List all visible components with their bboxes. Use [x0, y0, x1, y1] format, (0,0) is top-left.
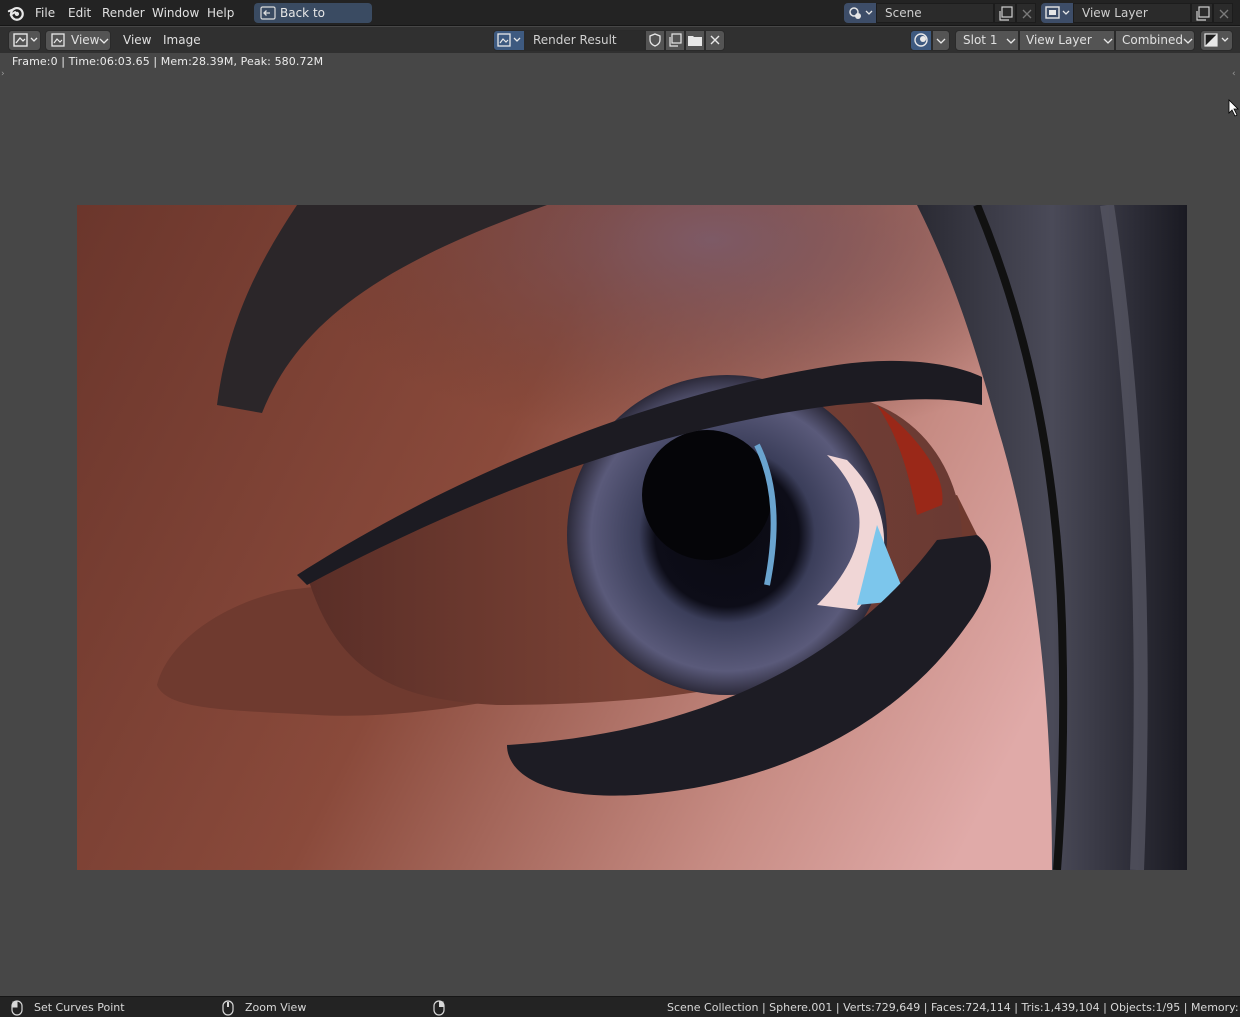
image-name-field[interactable]: Render Result	[525, 30, 645, 51]
open-image-button[interactable]	[685, 30, 705, 51]
image-editor-icon	[51, 33, 65, 47]
folder-icon	[688, 36, 702, 46]
view-mode-dropdown[interactable]: View	[45, 30, 111, 51]
slot-dropdown[interactable]: Slot 1	[955, 30, 1019, 51]
overlays-icon	[914, 33, 928, 47]
chevron-down-icon	[1183, 38, 1193, 44]
status-middle-action: Zoom View	[245, 1001, 307, 1014]
image-editor-icon	[497, 33, 521, 47]
display-channels-dropdown[interactable]	[1200, 30, 1233, 51]
status-left-action: Set Curves Point	[34, 1001, 125, 1014]
mouse-icon	[11, 1000, 23, 1016]
image-editor-icon	[13, 33, 38, 47]
overlays-dropdown[interactable]	[932, 30, 950, 51]
chevron-down-icon	[1103, 38, 1113, 44]
scene-name-field[interactable]: Scene	[876, 3, 994, 23]
editor-type-button[interactable]	[8, 30, 41, 51]
display-channels-icon	[1204, 33, 1229, 47]
new-image-button[interactable]	[665, 30, 685, 51]
chevron-down-icon	[1006, 38, 1016, 44]
blender-logo-icon[interactable]	[7, 4, 25, 22]
duplicate-icon	[999, 6, 1013, 21]
toolbar-expand-arrow[interactable]: ›	[1, 69, 5, 79]
overlays-toggle[interactable]	[910, 30, 932, 51]
mouse-cursor-icon	[1228, 99, 1239, 117]
menu-file[interactable]: File	[33, 0, 57, 26]
new-view-layer-button[interactable]	[1191, 3, 1213, 23]
scene-statistics: Scene Collection | Sphere.001 | Verts:72…	[667, 1001, 1240, 1014]
eye-render-illustration	[77, 205, 1187, 870]
menu-help[interactable]: Help	[205, 0, 236, 26]
menu-edit[interactable]: Edit	[66, 0, 93, 26]
mouse-icon	[222, 1000, 234, 1016]
chevron-down-icon	[99, 38, 109, 44]
render-result-image	[77, 205, 1187, 870]
view-mode-label: View	[71, 33, 100, 47]
view-layer-browse-button[interactable]	[1041, 3, 1073, 23]
view-layer-name-field[interactable]: View Layer	[1073, 3, 1191, 23]
scene-icon	[849, 7, 873, 19]
close-icon	[1219, 9, 1229, 19]
view-layer-dropdown[interactable]: View Layer	[1019, 30, 1115, 51]
close-icon	[1022, 9, 1032, 19]
render-info-line: Frame:0 | Time:06:03.65 | Mem:28.39M, Pe…	[12, 55, 324, 68]
image-editor-header: View View Image Render Result Slot 1 Vie…	[0, 27, 1240, 53]
new-scene-button[interactable]	[994, 3, 1016, 23]
chevron-down-icon	[936, 38, 946, 44]
back-to-previous-button[interactable]: Back to Previous	[254, 3, 372, 40]
delete-view-layer-button[interactable]	[1213, 3, 1233, 23]
unlink-image-button[interactable]	[705, 30, 725, 51]
menu-render[interactable]: Render	[100, 0, 147, 26]
shield-icon	[649, 33, 661, 47]
top-bar: File Edit Render Window Help Back to Pre…	[0, 0, 1240, 40]
status-bar: Set Curves Point Zoom View Scene Collect…	[0, 996, 1240, 1017]
close-icon	[710, 35, 720, 45]
sidebar-expand-arrow[interactable]: ‹	[1232, 69, 1236, 79]
render-pass-label: Combined	[1122, 33, 1183, 47]
image-browse-button[interactable]	[493, 30, 525, 51]
view-layer-icon	[1045, 6, 1070, 19]
view-layer-label: View Layer	[1026, 33, 1092, 47]
menu-view[interactable]: View	[123, 30, 151, 51]
slot-label: Slot 1	[963, 33, 998, 47]
menu-image[interactable]: Image	[163, 30, 201, 51]
mouse-icon	[433, 1000, 445, 1016]
scene-browse-button[interactable]	[844, 3, 876, 23]
render-pass-dropdown[interactable]: Combined	[1115, 30, 1195, 51]
duplicate-icon	[1196, 6, 1210, 21]
menu-window[interactable]: Window	[150, 0, 201, 26]
duplicate-icon	[669, 33, 682, 47]
back-to-previous-icon	[260, 6, 276, 20]
fake-user-toggle[interactable]	[645, 30, 665, 51]
delete-scene-button[interactable]	[1016, 3, 1036, 23]
